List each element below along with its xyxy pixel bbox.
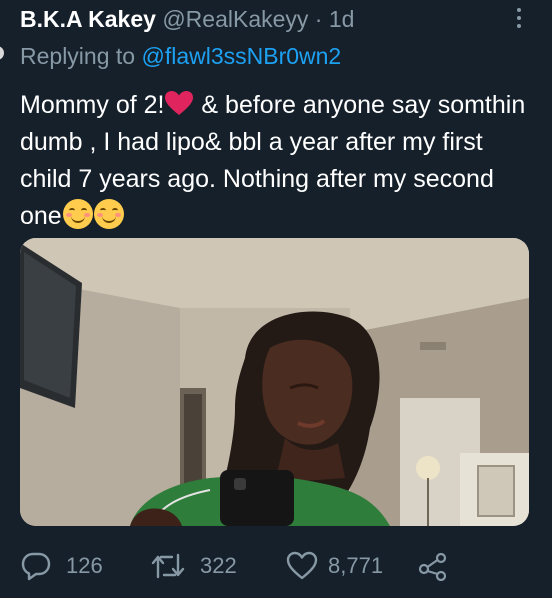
like-button[interactable]: 8,771 bbox=[286, 551, 418, 581]
retweet-icon bbox=[150, 551, 186, 581]
tweet[interactable]: B.K.A Kakey @RealKakeyy · 1d Replying to… bbox=[0, 0, 552, 598]
tweet-actions: 126 322 8,771 bbox=[20, 546, 540, 586]
reply-count: 126 bbox=[66, 553, 103, 578]
avatar[interactable] bbox=[0, 46, 4, 60]
tweet-photo[interactable] bbox=[20, 238, 529, 526]
smiling-face-emoji-icon bbox=[62, 199, 93, 229]
like-count: 8,771 bbox=[328, 553, 384, 578]
author-handle[interactable]: @RealKakeyy bbox=[162, 6, 308, 32]
share-button[interactable] bbox=[418, 551, 448, 581]
reply-button[interactable]: 126 bbox=[20, 550, 150, 582]
smiling-face-emoji-icon bbox=[93, 199, 124, 229]
tweet-text-part1: Mommy of 2! bbox=[20, 91, 165, 119]
tweet-header: B.K.A Kakey @RealKakeyy · 1d bbox=[20, 4, 512, 34]
replying-to: Replying to @flawl3ssNBr0wn2 bbox=[20, 41, 341, 71]
like-heart-icon bbox=[286, 551, 318, 581]
share-icon bbox=[418, 551, 448, 581]
more-options-icon[interactable] bbox=[514, 4, 524, 32]
heart-emoji-icon bbox=[165, 91, 194, 115]
replying-to-label: Replying to bbox=[20, 43, 136, 69]
timestamp[interactable]: 1d bbox=[329, 6, 355, 32]
separator-dot: · bbox=[314, 6, 323, 32]
tweet-text: Mommy of 2! & before anyone say somthin … bbox=[20, 87, 540, 235]
photo-image bbox=[20, 238, 529, 526]
retweet-count: 322 bbox=[200, 553, 237, 578]
retweet-button[interactable]: 322 bbox=[150, 551, 286, 581]
reply-handle-link[interactable]: @flawl3ssNBr0wn2 bbox=[141, 43, 341, 69]
reply-icon bbox=[20, 550, 52, 582]
author-name[interactable]: B.K.A Kakey bbox=[20, 6, 156, 32]
